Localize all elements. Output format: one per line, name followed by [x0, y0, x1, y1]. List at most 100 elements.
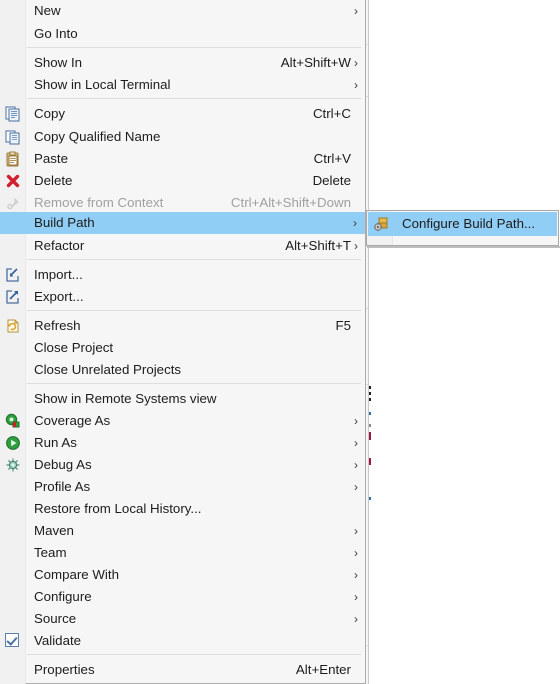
menu-item-label: Coverage As	[34, 413, 111, 428]
menu-item-refresh[interactable]: Refresh F5	[0, 315, 366, 337]
menu-item-label: Show in Local Terminal	[34, 77, 171, 92]
code-fragment	[369, 386, 371, 389]
menu-item-go-into[interactable]: Go Into	[0, 23, 366, 45]
menu-item-label: Build Path	[34, 215, 95, 230]
menu-item-validate[interactable]: Validate	[0, 630, 366, 652]
chevron-right-icon: ›	[354, 458, 358, 472]
chevron-right-icon: ›	[354, 612, 358, 626]
menu-item-label: New	[34, 3, 61, 18]
menu-separator	[27, 383, 361, 384]
chevron-right-icon: ›	[354, 546, 358, 560]
export-icon	[5, 289, 21, 305]
menu-item-label: Paste	[34, 151, 69, 166]
menu-item-shortcut: Ctrl+Alt+Shift+Down	[230, 195, 351, 210]
menu-item-paste[interactable]: Paste Ctrl+V	[0, 148, 366, 170]
paste-icon	[5, 151, 21, 167]
menu-item-label: Export...	[34, 289, 84, 304]
menu-item-shortcut: Ctrl+V	[313, 151, 351, 166]
menu-item-copy-qualified-name[interactable]: Copy Qualified Name	[0, 126, 366, 148]
menu-item-compare-with[interactable]: Compare With ›	[0, 564, 366, 586]
menu-item-debug-as[interactable]: Debug As ›	[0, 454, 366, 476]
menu-item-label: Restore from Local History...	[34, 501, 202, 516]
menu-item-run-as[interactable]: Run As ›	[0, 432, 366, 454]
chevron-right-icon: ›	[354, 78, 358, 92]
menu-item-label: Debug As	[34, 457, 92, 472]
remove-context-icon	[5, 195, 21, 211]
submenu-drop-shadow	[367, 246, 560, 248]
delete-icon	[5, 173, 21, 189]
chevron-right-icon: ›	[354, 524, 358, 538]
menu-item-shortcut: Alt+Shift+W	[280, 55, 351, 70]
menu-item-profile-as[interactable]: Profile As ›	[0, 476, 366, 498]
menu-item-remove-from-context: Remove from Context Ctrl+Alt+Shift+Down	[0, 192, 366, 214]
menu-item-maven[interactable]: Maven ›	[0, 520, 366, 542]
menu-item-shortcut: Alt+Enter	[295, 662, 351, 677]
menu-item-label: Team	[34, 545, 67, 560]
menu-item-label: Close Unrelated Projects	[34, 362, 182, 377]
validate-checkbox[interactable]	[5, 633, 19, 647]
menu-item-configure-build-path[interactable]: Configure Build Path...	[368, 212, 557, 236]
menu-item-label: Compare With	[34, 567, 119, 582]
menu-item-label: Go Into	[34, 26, 78, 41]
menu-item-copy[interactable]: Copy Ctrl+C	[0, 103, 366, 125]
menu-item-label: Maven	[34, 523, 74, 538]
menu-item-label: Refresh	[34, 318, 81, 333]
menu-separator	[27, 259, 361, 260]
import-icon	[5, 267, 21, 283]
menu-item-refactor[interactable]: Refactor Alt+Shift+T ›	[0, 235, 366, 257]
menu-item-properties[interactable]: Properties Alt+Enter	[0, 659, 366, 681]
menu-item-new[interactable]: New ›	[0, 0, 366, 22]
chevron-right-icon: ›	[354, 56, 358, 70]
project-context-menu[interactable]: New › Go Into Show In Alt+Shift+W › Show in Lo…	[0, 0, 366, 684]
menu-separator	[27, 310, 361, 311]
menu-item-close-unrelated-projects[interactable]: Close Unrelated Projects	[0, 359, 366, 381]
code-fragment	[369, 392, 371, 395]
menu-item-team[interactable]: Team ›	[0, 542, 366, 564]
menu-item-export[interactable]: Export...	[0, 286, 366, 308]
menu-item-delete[interactable]: Delete Delete	[0, 170, 366, 192]
menu-item-label: Run As	[34, 435, 77, 450]
build-path-submenu[interactable]: Configure Build Path...	[366, 210, 559, 246]
chevron-right-icon: ›	[354, 568, 358, 582]
menu-separator	[27, 47, 361, 48]
menu-separator	[27, 98, 361, 99]
chevron-right-icon: ›	[354, 480, 358, 494]
chevron-right-icon: ›	[354, 4, 358, 18]
menu-item-close-project[interactable]: Close Project	[0, 337, 366, 359]
menu-item-label: Validate	[34, 633, 82, 648]
menu-item-restore-from-local-history[interactable]: Restore from Local History...	[0, 498, 366, 520]
code-fragment	[369, 432, 371, 440]
menu-item-configure[interactable]: Configure ›	[0, 586, 366, 608]
menu-item-label: Close Project	[34, 340, 114, 355]
menu-item-shortcut: Delete	[312, 173, 351, 188]
code-fragment	[369, 424, 371, 427]
menu-item-show-in-remote-systems-view[interactable]: Show in Remote Systems view	[0, 388, 366, 410]
menu-item-show-in-local-terminal[interactable]: Show in Local Terminal ›	[0, 74, 366, 96]
menu-item-shortcut: Alt+Shift+T	[285, 238, 351, 253]
menu-item-label: Remove from Context	[34, 195, 164, 210]
chevron-right-icon: ›	[354, 436, 358, 450]
chevron-right-icon: ›	[354, 590, 358, 604]
menu-item-label: Profile As	[34, 479, 91, 494]
menu-item-source[interactable]: Source ›	[0, 608, 366, 630]
menu-item-label: Refactor	[34, 238, 85, 253]
menu-item-label: Copy Qualified Name	[34, 129, 161, 144]
code-fragment	[369, 497, 371, 500]
menu-item-coverage-as[interactable]: Coverage As ›	[0, 410, 366, 432]
code-fragment	[369, 398, 371, 401]
code-fragment	[369, 412, 371, 415]
menu-item-show-in[interactable]: Show In Alt+Shift+W ›	[0, 52, 366, 74]
menu-item-label: Configure	[34, 589, 92, 604]
menu-item-label: Properties	[34, 662, 95, 677]
menu-item-label: Import...	[34, 267, 83, 282]
menu-item-label: Show In	[34, 55, 83, 70]
menu-item-label: Show in Remote Systems view	[34, 391, 217, 406]
configure-build-path-icon	[373, 216, 389, 232]
code-fragment	[369, 458, 371, 465]
menu-item-build-path[interactable]: Build Path ›	[0, 212, 365, 234]
menu-item-shortcut: F5	[335, 318, 351, 333]
menu-item-import[interactable]: Import...	[0, 264, 366, 286]
chevron-right-icon: ›	[354, 414, 358, 428]
chevron-right-icon: ›	[353, 216, 357, 230]
menu-separator	[27, 654, 361, 655]
